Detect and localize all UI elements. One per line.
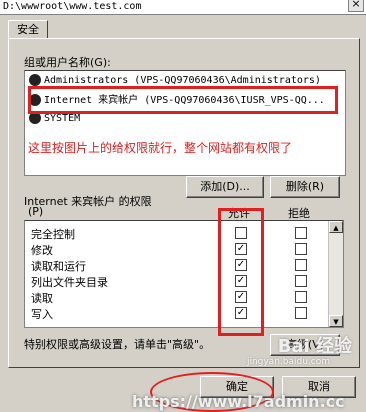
user-name: SYSTEM: [44, 113, 81, 124]
close-icon[interactable]: ×: [348, 0, 364, 12]
special-permissions-note: 特别权限或高级设置，请单击"高级"。: [24, 338, 211, 351]
deny-checkbox[interactable]: [295, 227, 307, 239]
scroll-down-icon[interactable]: ▼: [329, 315, 343, 327]
deny-checkbox[interactable]: [295, 259, 307, 271]
tab-security[interactable]: 安全: [8, 20, 48, 39]
watermark-subtext: jingyan.baidu.com: [246, 357, 330, 367]
add-button[interactable]: 添加(D)...: [186, 176, 264, 198]
permission-name: 写入: [31, 308, 53, 321]
user-name: Administrators (VPS-QQ97060436\Administr…: [44, 75, 321, 86]
table-row: 列出文件夹目录 ✓: [25, 273, 325, 289]
permission-name: 读取: [31, 292, 53, 305]
permission-name: 读取和运行: [31, 260, 86, 273]
annotation-text: 这里按图片上的给权限就行，整个网站都有权限了: [28, 141, 293, 155]
table-row: 修改 ✓: [25, 241, 325, 257]
highlight-box: [28, 86, 338, 114]
table-row: 读取和运行 ✓: [25, 257, 325, 273]
permission-name: 列出文件夹目录: [31, 276, 108, 289]
groups-label: 组或用户名称(G):: [24, 56, 111, 69]
user-group-icon: [29, 74, 41, 86]
permission-name: 修改: [31, 244, 53, 257]
permissions-list: 完全控制 修改 ✓ 读取和运行 ✓ 列出文件夹目录 ✓ 读取 ✓ 写入 ✓ ▲ …: [24, 220, 344, 328]
deny-checkbox[interactable]: [295, 291, 307, 303]
highlight-box: [218, 208, 264, 336]
remove-button[interactable]: 删除(R): [270, 176, 340, 198]
deny-checkbox[interactable]: [295, 275, 307, 287]
deny-checkbox[interactable]: [295, 243, 307, 255]
title-bar: D:\wwwroot\www.test.com ×: [0, 0, 366, 15]
deny-checkbox[interactable]: [295, 307, 307, 319]
scroll-up-icon[interactable]: ▲: [329, 221, 343, 233]
window-title: D:\wwwroot\www.test.com: [3, 1, 142, 12]
table-row: 读取 ✓: [25, 289, 325, 305]
table-row: 写入 ✓: [25, 305, 325, 321]
watermark-url: https://www.l7admin.cc: [132, 392, 345, 411]
permissions-label-accel: (P): [28, 205, 44, 218]
permission-name: 完全控制: [31, 228, 75, 241]
deny-header: 拒绝: [288, 207, 310, 220]
table-row: 完全控制: [25, 225, 325, 241]
watermark-logo: Bai 经验: [277, 336, 352, 357]
scrollbar[interactable]: ▲ ▼: [328, 221, 343, 327]
